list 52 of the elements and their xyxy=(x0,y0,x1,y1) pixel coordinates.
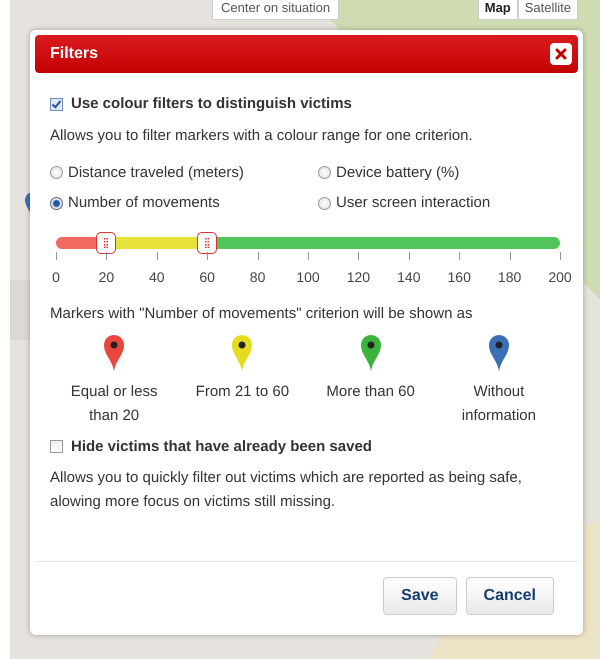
tick-mark xyxy=(56,252,57,260)
tick-label: 0 xyxy=(52,268,60,286)
radio-label: User screen interaction xyxy=(336,193,490,213)
tick-mark xyxy=(560,252,561,260)
description-text: Allows you to quickly filter out victims which are reported as being safe, alowing more focus on victims still missing. xyxy=(50,468,523,512)
save-button[interactable]: Save xyxy=(383,577,457,615)
checkbox-label: Hide victims that have already been saved xyxy=(71,436,372,456)
tick-mark xyxy=(156,252,158,260)
dialog-title: Filters xyxy=(50,44,98,64)
tick-label: 180 xyxy=(498,268,522,286)
marker-label: Equal or less than 20 xyxy=(70,382,158,426)
radio-button[interactable] xyxy=(318,166,331,180)
range-slider[interactable] xyxy=(56,230,560,254)
tick-mark xyxy=(207,252,208,260)
radio-label: Device battery (%) xyxy=(336,162,460,182)
checkbox[interactable] xyxy=(50,440,63,454)
radio-button[interactable] xyxy=(318,196,331,210)
tick-mark xyxy=(308,252,309,260)
radio-button[interactable] xyxy=(50,196,63,210)
radio-button[interactable] xyxy=(50,166,63,180)
tick-label: 160 xyxy=(448,268,471,286)
center-button[interactable]: Center on situation xyxy=(212,0,340,20)
map-type-tab[interactable]: Satellite xyxy=(518,0,578,20)
marker-label: Without information xyxy=(460,382,537,426)
checkbox[interactable] xyxy=(50,98,63,111)
radio-label: Number of movements xyxy=(68,193,220,213)
tick-label: 40 xyxy=(149,268,165,286)
legend-caption: Markers with "Number of movements" criterion will be shown as xyxy=(50,304,474,324)
cancel-button[interactable]: Cancel xyxy=(466,577,554,615)
tick-label: 20 xyxy=(98,268,114,286)
tick-mark xyxy=(408,252,410,260)
marker-label: From 21 to 60 xyxy=(194,382,290,402)
tick-label: 80 xyxy=(250,268,266,286)
marker-label: More than 60 xyxy=(325,382,416,402)
tick-mark xyxy=(106,252,108,260)
slider-handle[interactable] xyxy=(197,232,218,254)
tick-mark xyxy=(258,252,259,260)
map-type-tab[interactable]: Map xyxy=(478,0,518,20)
tick-label: 100 xyxy=(296,268,320,286)
tick-label: 60 xyxy=(199,268,215,286)
close-button[interactable] xyxy=(550,43,572,65)
tick-label: 200 xyxy=(548,268,572,286)
slider-handle[interactable] xyxy=(96,232,116,254)
tick-label: 140 xyxy=(397,268,420,286)
radio-label: Distance traveled (meters) xyxy=(68,162,244,182)
description-text: Allows you to filter markers with a colour range for one criterion. xyxy=(50,126,474,146)
tick-mark xyxy=(510,252,511,260)
tick-mark xyxy=(459,252,460,260)
close-icon xyxy=(555,48,567,60)
tick-mark xyxy=(358,252,360,260)
checkbox-label: Use colour filters to distinguish victims xyxy=(71,94,352,114)
tick-label: 120 xyxy=(346,268,370,286)
